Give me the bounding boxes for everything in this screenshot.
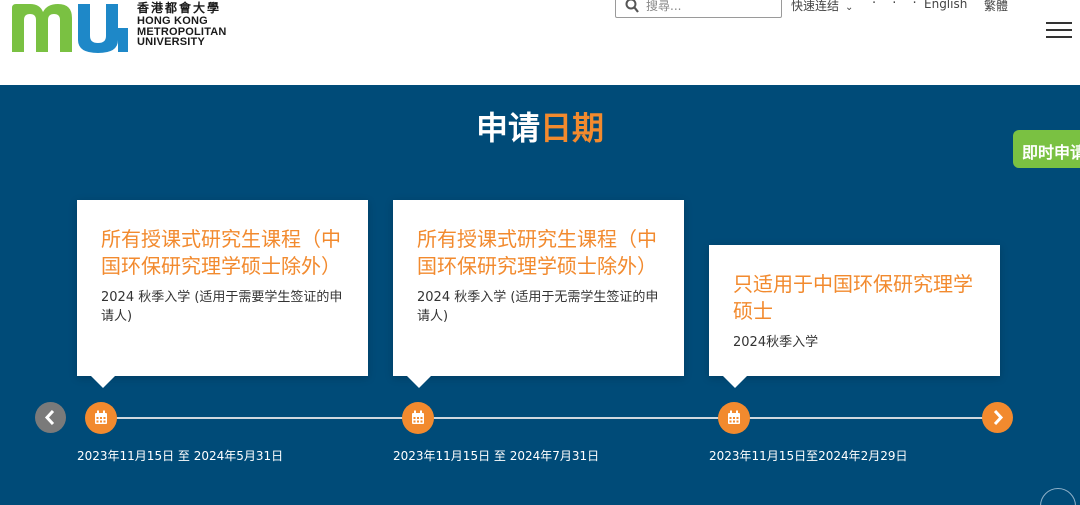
hamburger-icon[interactable] <box>1046 22 1072 38</box>
calendar-icon <box>728 410 740 424</box>
section-title-highlight: 日期 <box>540 109 605 147</box>
date-card-title: 所有授课式研究生课程（中国环保研究理学硕士除外） <box>101 227 341 278</box>
chevron-left-icon <box>44 410 55 425</box>
quick-links-label: 快速连结 <box>791 0 840 13</box>
timeline-line <box>100 417 990 419</box>
timeline-node-3 <box>718 402 750 434</box>
date-range-2: 2023年11月15日 至 2024年7月31日 <box>393 449 600 463</box>
section-title: 申请日期 <box>0 103 1080 149</box>
date-range-1: 2023年11月15日 至 2024年5月31日 <box>77 449 284 463</box>
date-card-subtitle: 2024 秋季入学 (适用于无需学生签证的申请人) <box>417 290 659 324</box>
timeline-node-1 <box>85 402 117 434</box>
university-logo[interactable]: 香港都會大學 HONG KONG METROPOLITAN UNIVERSITY <box>10 0 250 56</box>
logo-wordmark: 香港都會大學 HONG KONG METROPOLITAN UNIVERSITY <box>137 0 227 48</box>
search-input[interactable] <box>646 0 776 15</box>
logo-mark <box>12 4 128 53</box>
chevron-right-icon <box>993 410 1004 425</box>
section-title-main: 申请 <box>475 109 540 147</box>
logo-english-line-3: UNIVERSITY <box>137 36 206 48</box>
date-card-subtitle: 2024 秋季入学 (适用于需要学生签证的申请人) <box>101 290 343 324</box>
date-range-3: 2023年11月15日至2024年2月29日 <box>709 449 908 463</box>
search-box[interactable] <box>615 0 782 18</box>
logo-english-line-1: HONG KONG <box>137 15 208 27</box>
site-header: 香港都會大學 HONG KONG METROPOLITAN UNIVERSITY… <box>0 0 1080 85</box>
date-card-title: 只适用于中国环保研究理学硕士 <box>733 272 973 323</box>
carousel-next-button[interactable] <box>982 402 1013 433</box>
search-icon[interactable] <box>625 0 639 14</box>
date-card-title: 所有授课式研究生课程（中国环保研究理学硕士除外） <box>417 227 657 278</box>
calendar-icon <box>412 410 424 424</box>
timeline-node-2 <box>402 402 434 434</box>
date-card-1: 所有授课式研究生课程（中国环保研究理学硕士除外） 2024 秋季入学 (适用于需… <box>77 200 368 388</box>
date-card-3: 只适用于中国环保研究理学硕士 2024秋季入学 <box>709 245 1000 388</box>
calendar-icon <box>95 410 107 424</box>
quick-links-menu[interactable]: 快速连结 ⌄ <box>791 0 853 14</box>
logo-chinese-name: 香港都會大學 <box>137 1 222 15</box>
date-card-2: 所有授课式研究生课程（中国环保研究理学硕士除外） 2024 秋季入学 (适用于无… <box>393 200 684 388</box>
language-english-link[interactable]: English <box>924 0 967 11</box>
language-traditional-chinese-link[interactable]: 繁體 <box>984 0 1008 14</box>
chevron-down-icon: ⌄ <box>845 2 854 13</box>
carousel-prev-button[interactable] <box>35 402 66 433</box>
more-menu-button[interactable]: · · · <box>872 0 923 11</box>
date-card-subtitle: 2024秋季入学 <box>733 335 819 350</box>
apply-now-button[interactable]: 即时申请 <box>1013 130 1080 168</box>
